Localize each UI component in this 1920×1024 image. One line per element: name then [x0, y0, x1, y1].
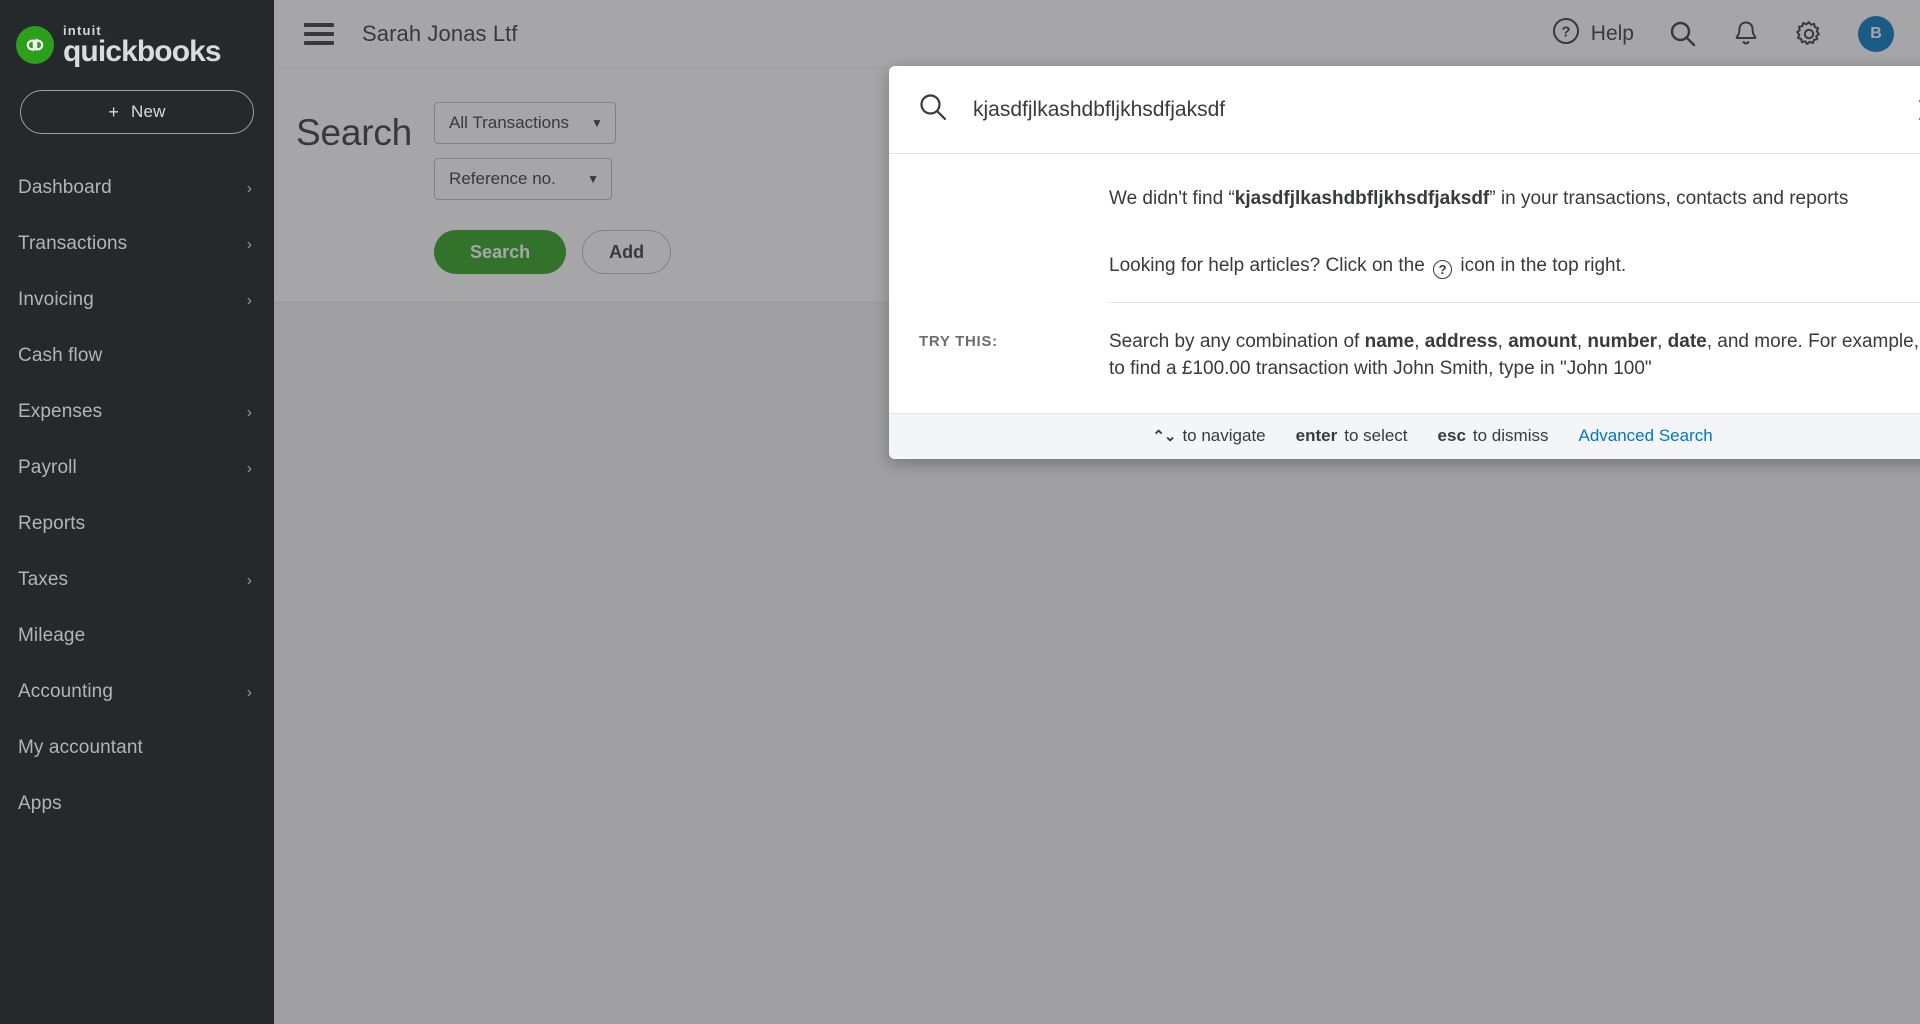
sidebar-item-apps[interactable]: Apps — [0, 776, 274, 832]
quickbooks-logo-icon — [16, 26, 54, 64]
search-icon — [917, 91, 949, 128]
quickbooks-logo[interactable]: intuit quickbooks — [0, 0, 274, 68]
help-articles-spacer — [919, 253, 1109, 280]
modal-divider — [1109, 301, 1920, 303]
try-this-example: to find a £100.00 transaction with John … — [1109, 357, 1652, 379]
new-button-label: New — [131, 102, 166, 121]
help-articles-row: Looking for help articles? Click on the … — [919, 253, 1920, 280]
chevron-right-icon: › — [246, 235, 252, 253]
sidebar-item-label: Transactions — [18, 233, 128, 254]
global-search-modal: We didn't find “kjasdfjlkashdbfljkhsdfja… — [889, 66, 1920, 459]
no-results-message: We didn't find “kjasdfjlkashdbfljkhsdfja… — [1109, 186, 1920, 213]
try-term-date: date — [1667, 330, 1707, 352]
sidebar-item-reports[interactable]: Reports — [0, 496, 274, 552]
chevron-right-icon: › — [246, 683, 252, 701]
sidebar-item-label: Expenses — [18, 401, 103, 422]
help-line-after: icon in the top right. — [1460, 254, 1627, 276]
modal-search-bar — [889, 66, 1920, 154]
enter-hint-label: to select — [1344, 426, 1408, 446]
sidebar-item-label: Dashboard — [18, 177, 112, 198]
navigate-hint-label: to navigate — [1182, 426, 1266, 446]
try-this-message: Search by any combination of name, addre… — [1109, 330, 1919, 379]
esc-hint-label: to dismiss — [1472, 426, 1549, 446]
sidebar: intuit quickbooks + New Dashboard › Tran… — [0, 0, 274, 1024]
advanced-search-link[interactable]: Advanced Search — [1578, 426, 1712, 446]
quickbooks-app: intuit quickbooks + New Dashboard › Tran… — [0, 0, 1920, 1024]
no-results-spacer — [919, 186, 1109, 213]
sidebar-item-my-accountant[interactable]: My accountant — [0, 720, 274, 776]
try-this-intro: Search by any combination of — [1109, 330, 1365, 352]
no-results-row: We didn't find “kjasdfjlkashdbfljkhsdfja… — [919, 186, 1920, 213]
sidebar-item-accounting[interactable]: Accounting › — [0, 664, 274, 720]
sidebar-nav: Dashboard › Transactions › Invoicing › C… — [0, 160, 274, 832]
sidebar-item-mileage[interactable]: Mileage — [0, 608, 274, 664]
enter-hint: enter to select — [1296, 426, 1408, 446]
logo-wordmark: intuit quickbooks — [63, 24, 222, 68]
sidebar-item-label: Reports — [18, 513, 86, 534]
enter-key-label: enter — [1295, 426, 1338, 446]
sidebar-item-label: Invoicing — [18, 289, 94, 310]
sidebar-item-label: Cash flow — [18, 345, 103, 366]
try-this-label: TRY THIS: — [919, 332, 998, 350]
sidebar-item-cash-flow[interactable]: Cash flow — [0, 328, 274, 384]
sidebar-item-expenses[interactable]: Expenses › — [0, 384, 274, 440]
sidebar-item-label: Mileage — [18, 625, 86, 646]
global-search-input[interactable] — [971, 96, 1908, 123]
modal-footer: ⌃⌄ to navigate enter to select esc to di… — [889, 412, 1920, 459]
sidebar-item-label: Accounting — [18, 681, 114, 702]
try-term-number: number — [1587, 330, 1658, 352]
close-icon[interactable] — [1908, 89, 1920, 131]
sidebar-item-transactions[interactable]: Transactions › — [0, 216, 274, 272]
sidebar-item-dashboard[interactable]: Dashboard › — [0, 160, 274, 216]
sidebar-item-label: Taxes — [18, 569, 69, 590]
help-articles-message: Looking for help articles? Click on the … — [1109, 253, 1920, 280]
sidebar-item-label: My accountant — [18, 737, 143, 758]
chevron-right-icon: › — [246, 403, 252, 421]
help-circle-icon: ? — [1433, 259, 1453, 279]
up-down-arrows-icon: ⌃⌄ — [1152, 428, 1176, 446]
chevron-right-icon: › — [246, 459, 252, 477]
chevron-right-icon: › — [246, 571, 252, 589]
esc-hint: esc to dismiss — [1438, 426, 1549, 446]
try-this-row: TRY THIS: Search by any combination of n… — [919, 329, 1920, 403]
no-results-term: kjasdfjlkashdbfljkhsdfjaksdf — [1234, 188, 1490, 209]
help-line-before: Looking for help articles? Click on the — [1109, 254, 1425, 276]
sidebar-item-label: Payroll — [18, 457, 77, 478]
try-term-address: address — [1424, 330, 1498, 352]
chevron-right-icon: › — [246, 179, 252, 197]
no-results-prefix: We didn't find “ — [1109, 188, 1235, 209]
main-area: Sarah Jonas Ltf ? Help B Search All Tran… — [274, 0, 1920, 1024]
sidebar-item-invoicing[interactable]: Invoicing › — [0, 272, 274, 328]
no-results-suffix: ” in your transactions, contacts and rep… — [1489, 188, 1849, 209]
esc-key-label: esc — [1437, 426, 1466, 446]
sidebar-item-label: Apps — [18, 793, 62, 814]
sidebar-item-taxes[interactable]: Taxes › — [0, 552, 274, 608]
new-button[interactable]: + New — [20, 90, 254, 134]
chevron-right-icon: › — [246, 291, 252, 309]
try-term-amount: amount — [1508, 330, 1577, 352]
quickbooks-wordmark: quickbooks — [63, 34, 222, 68]
modal-body: We didn't find “kjasdfjlkashdbfljkhsdfja… — [889, 154, 1920, 413]
sidebar-item-payroll[interactable]: Payroll › — [0, 440, 274, 496]
try-term-name: name — [1364, 330, 1415, 352]
navigate-hint: ⌃⌄ to navigate — [1152, 426, 1265, 446]
plus-icon: + — [108, 101, 120, 122]
try-this-outro: , and more. For example, — [1706, 330, 1919, 352]
